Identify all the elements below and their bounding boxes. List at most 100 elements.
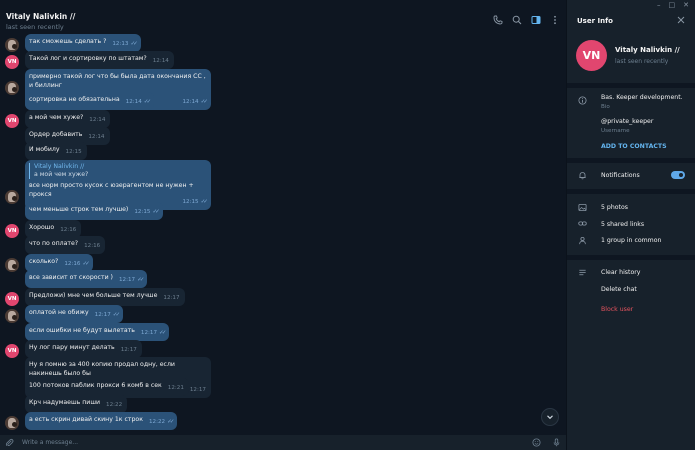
message-bubble[interactable]: если ошибки не будут вылетать 12:17 ✓✓ [25,323,170,341]
scroll-down-button[interactable] [541,408,559,426]
message-time: 12:17 [163,295,180,301]
photos-link[interactable]: 5 photos [601,204,628,211]
own-avatar[interactable] [5,38,19,52]
message-text: чем меньше строк тем лучше) [29,206,129,213]
message-meta: 12:17 ✓✓ [119,276,145,285]
notifications-toggle[interactable] [671,171,685,179]
message-time: 12:14 [125,99,142,105]
add-to-contacts-button[interactable]: ADD TO CONTACTS [601,143,667,150]
emoji-icon[interactable] [532,438,541,447]
message-time: 12:22 [106,402,123,408]
clear-history-button[interactable]: Clear history [601,269,640,276]
double-check-icon: ✓✓ [82,261,90,267]
message-time: 12:16 [84,243,101,249]
message-time: 12:15 [182,199,199,205]
double-check-icon: ✓✓ [200,99,209,105]
message-meta: 12:21 [168,384,184,393]
link-icon [578,221,587,226]
section-separator [567,255,695,260]
message-text: а есть скрин дивай скину 1к строк [29,416,143,423]
own-avatar[interactable] [5,190,19,204]
message-bubble[interactable]: Предложи) мне чем больше тем лучше 12:17 [25,288,185,306]
own-avatar[interactable] [5,258,19,272]
reply-quote[interactable]: Vitaly Nalivkin //а мой чем хуже? [29,163,206,179]
minimize-icon[interactable]: – [657,1,661,9]
phone-icon[interactable] [493,15,503,25]
delete-chat-button[interactable]: Delete chat [601,286,637,293]
message-time: 12:16 [60,227,77,233]
message-meta: 12:14 [89,116,105,125]
profile-avatar[interactable]: VN [576,40,607,71]
chat-title[interactable]: Vitaly Nalivkin // [6,12,75,21]
own-avatar[interactable] [5,309,19,323]
own-avatar[interactable] [5,416,19,430]
reply-text: а мой чем хуже? [34,171,89,178]
message-bubble[interactable]: что по оплате? 12:16 [25,236,106,254]
message-input[interactable]: Write a message... [22,439,78,446]
contact-avatar[interactable]: VN [5,224,19,238]
section-separator [567,189,695,194]
double-check-icon: ✓✓ [167,419,175,425]
info-header: User Info [567,8,695,34]
own-avatar[interactable] [5,81,19,95]
message-time: 12:14 [182,99,199,105]
message-text: все зависит от скорости ) [29,274,113,281]
message-bubble[interactable]: Ну лог пару минут делать 12:17 [25,340,142,358]
message-text: сортировка не обязательна [29,96,120,103]
contact-avatar[interactable]: VN [5,55,19,69]
notifications-label: Notifications [601,172,640,179]
message-time: 12:17 [94,312,111,318]
message-bubble[interactable]: все зависит от скорости ) 12:17 ✓✓ [25,270,148,288]
search-icon[interactable] [512,15,522,25]
double-check-icon: ✓✓ [143,99,152,105]
info-title: User Info [577,17,613,25]
message-time: 12:17 [189,387,206,393]
bio-text: Bas. Keeper development. [601,94,683,101]
message-meta: 12:17 ✓✓ [140,329,167,338]
group-icon [579,236,586,245]
message-bubble[interactable]: Такой лог и сортировку по штатам? 12:14 [25,51,174,69]
contact-avatar[interactable]: VN [5,292,19,306]
message-meta: 12:17 [121,346,137,355]
message-bubble[interactable]: а мой чем хуже? 12:14 [25,110,111,128]
chevron-down-icon [547,415,553,420]
message-bubble[interactable]: 100 потоков паблик прокси 6 комб в сек 12… [25,378,189,396]
shared-links-link[interactable]: 5 shared links [601,221,644,228]
message-text: Крч надумаешь пиши [29,399,101,406]
message-meta: 12:14 [153,57,169,66]
message-time: 12:22 [148,419,166,425]
contact-avatar[interactable]: VN [5,114,19,128]
groups-in-common-link[interactable]: 1 group in common [601,237,661,244]
maximize-icon[interactable]: □ [669,1,676,9]
message-bubble[interactable]: сортировка не обязательна 12:14 ✓✓ [25,92,155,110]
message-meta: 12:17 [163,294,179,303]
message-time: 12:17 [140,330,158,336]
message-bubble[interactable]: так сможешь сделать ? 12:13 ✓✓ [25,34,141,52]
window-close-icon[interactable]: ✕ [683,1,689,9]
message-bubble[interactable]: а есть скрин дивай скину 1к строк 12:22 ✓✓ [25,412,178,430]
profile-status: last seen recently [615,58,669,65]
message-text: Хорошо [29,224,55,231]
more-icon[interactable] [550,15,560,25]
window-controls: – □ ✕ [657,1,689,9]
microphone-icon[interactable] [552,438,561,447]
message-bubble[interactable]: оплатой не обижу 12:17 ✓✓ [25,305,124,323]
username-text[interactable]: @private_keeper [601,118,653,125]
message-bubble[interactable]: И мобилу 12:15 [25,142,87,160]
message-bubble[interactable]: Крч надумаешь пиши 12:22 [25,395,128,413]
block-user-button[interactable]: Block user [601,306,633,313]
message-text: Ну я помню за 400 копию продал одну, есл… [29,361,175,377]
double-check-icon: ✓✓ [130,41,138,47]
window-titlebar: – □ ✕ [0,0,695,10]
message-text: что по оплате? [29,240,79,247]
chat-status: last seen recently [6,23,64,31]
message-text: И мобилу [29,146,60,153]
attach-icon[interactable] [5,438,14,447]
contact-avatar[interactable]: VN [5,344,19,358]
message-bubble[interactable]: чем меньше строк тем лучше) 12:15 ✓✓ [25,202,163,220]
sidebar-toggle-icon[interactable] [531,15,541,25]
bell-icon [579,172,586,180]
message-meta: 12:16 ✓✓ [64,260,90,269]
close-icon[interactable] [677,16,685,24]
message-list[interactable]: так сможешь сделать ? 12:13 ✓✓ Такой лог и … [0,32,562,435]
